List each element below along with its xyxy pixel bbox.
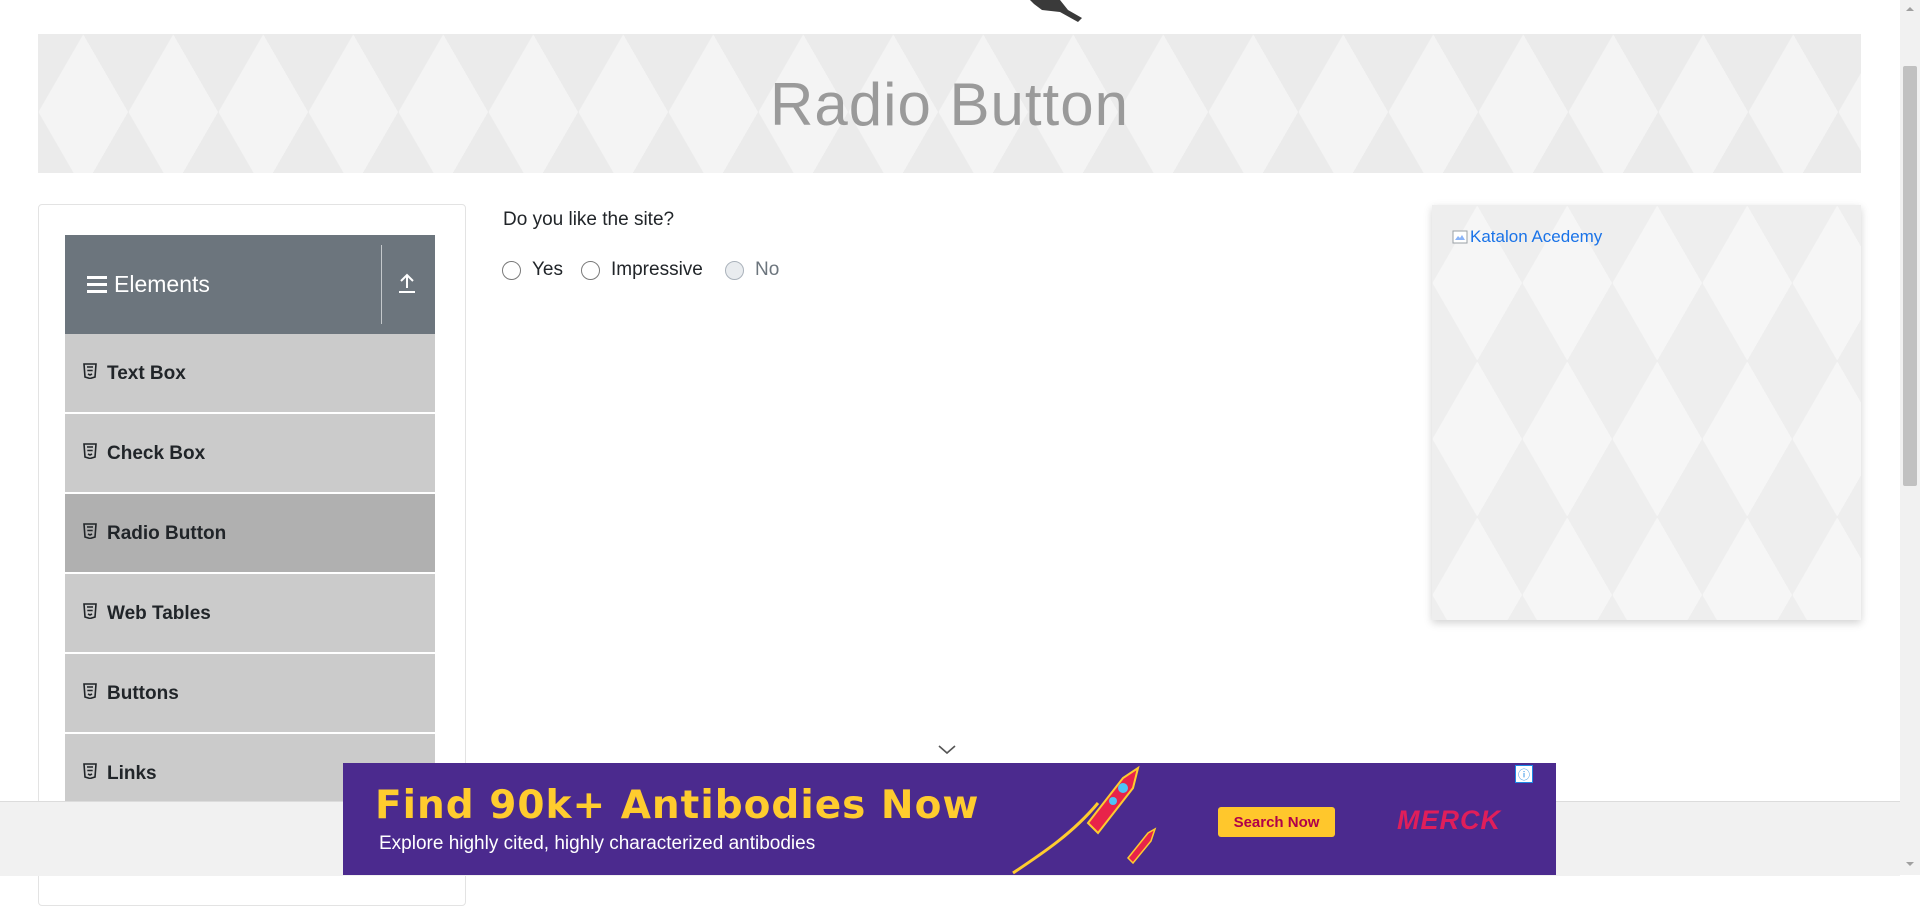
header-divider — [381, 245, 382, 324]
broken-image-icon — [1452, 230, 1468, 244]
elements-group-header[interactable]: Elements — [65, 235, 435, 334]
broken-image-link[interactable]: Katalon Acedemy — [1452, 227, 1602, 247]
impressive-radio[interactable] — [581, 260, 600, 280]
html5-icon — [83, 443, 97, 459]
yes-radio-label[interactable]: Yes — [532, 259, 563, 281]
menu-icon — [87, 276, 107, 293]
no-radio-label: No — [755, 259, 780, 280]
ad-search-now-button[interactable]: Search Now — [1218, 807, 1335, 837]
sidebar-item-text-box[interactable]: Text Box — [65, 334, 435, 413]
chevron-down-icon[interactable] — [937, 744, 957, 756]
group-title: Elements — [114, 271, 210, 297]
sidebar-item-web-tables[interactable]: Web Tables — [65, 574, 435, 653]
html5-icon — [83, 363, 97, 379]
rocket-icon — [1012, 765, 1157, 875]
html5-icon — [83, 523, 97, 539]
side-ad-panel: Katalon Acedemy — [1432, 205, 1861, 620]
scroll-up-icon[interactable] — [1905, 5, 1915, 13]
html5-icon — [83, 763, 97, 779]
sidebar-item-radio-button[interactable]: Radio Button — [65, 494, 435, 573]
yes-radio[interactable] — [502, 260, 521, 280]
radio-option-impressive[interactable]: Impressive — [581, 255, 703, 285]
sidebar-item-label: Radio Button — [107, 523, 227, 544]
ad-subline: Explore highly cited, highly characteriz… — [379, 833, 816, 854]
sidebar-item-label: Links — [107, 763, 157, 784]
question-text: Do you like the site? — [503, 209, 675, 230]
ad-headline: Find 90k+ Antibodies Now — [375, 783, 980, 828]
sidebar-item-label: Web Tables — [107, 603, 211, 624]
bottom-ad-banner[interactable]: Find 90k+ Antibodies Now Explore highly … — [343, 763, 1556, 875]
impressive-radio-label[interactable]: Impressive — [611, 259, 703, 281]
page-title: Radio Button — [770, 71, 1129, 138]
side-ad-link[interactable]: Katalon Acedemy — [1470, 227, 1602, 247]
html5-icon — [83, 683, 97, 699]
radio-option-yes[interactable]: Yes — [502, 255, 563, 285]
site-logo[interactable] — [1020, 0, 1090, 22]
no-radio — [725, 260, 744, 280]
html5-icon — [83, 603, 97, 619]
page-banner: Radio Button — [38, 34, 1861, 173]
scrollbar-thumb[interactable] — [1903, 66, 1917, 486]
sidebar-item-label: Buttons — [107, 683, 179, 704]
radio-option-no: No — [725, 255, 779, 285]
scroll-down-icon[interactable] — [1905, 860, 1915, 868]
sidebar-item-label: Text Box — [107, 363, 186, 384]
sidebar-item-buttons[interactable]: Buttons — [65, 654, 435, 733]
ad-brand-logo: MERCK — [1397, 805, 1501, 835]
sidebar-item-label: Check Box — [107, 443, 206, 464]
vertical-scrollbar[interactable] — [1900, 0, 1920, 875]
sidebar-item-check-box[interactable]: Check Box — [65, 414, 435, 493]
ad-info-icon[interactable]: ⓘ — [1515, 765, 1533, 783]
collapse-upload-icon[interactable] — [397, 273, 417, 295]
